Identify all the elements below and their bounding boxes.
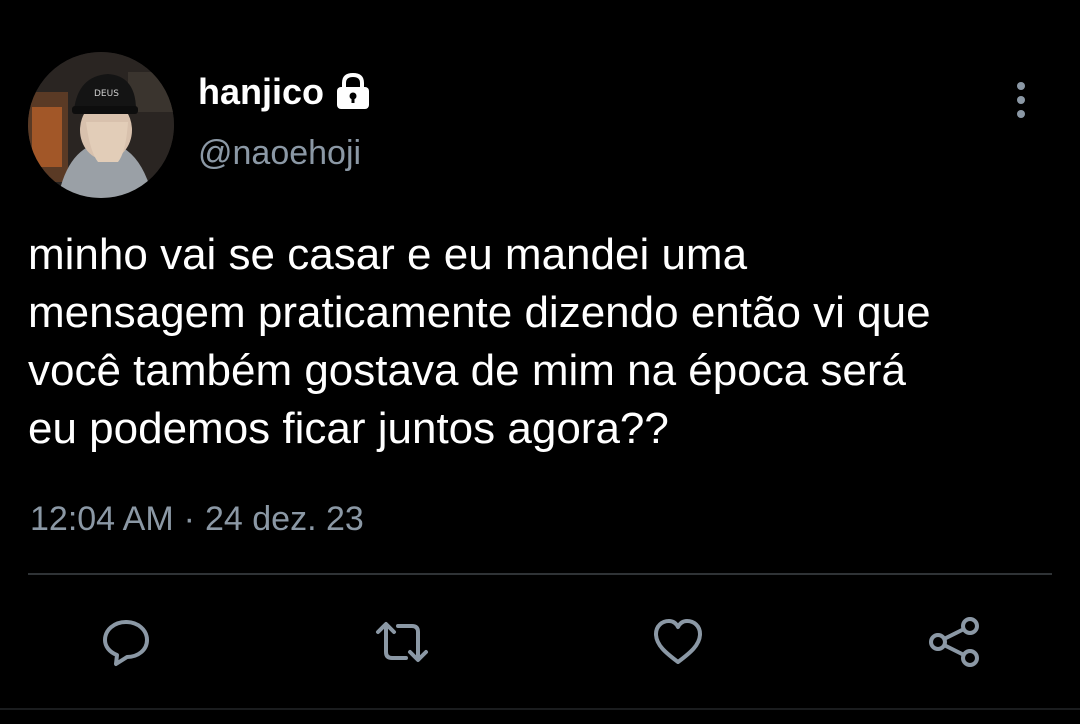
display-name[interactable]: hanjico <box>198 70 374 114</box>
tweet-timestamp[interactable]: 12:04 AM · 24 dez. 23 <box>30 500 364 539</box>
share-button[interactable] <box>922 610 986 674</box>
display-name-text: hanjico <box>198 71 325 112</box>
timestamp-separator: · <box>183 500 195 538</box>
heart-icon <box>654 619 702 664</box>
tweet-text: minho vai se casar e eu mandei uma mensa… <box>28 230 931 453</box>
more-options-button[interactable] <box>1006 80 1036 120</box>
reply-button[interactable] <box>94 610 158 674</box>
avatar-image: DEUS <box>28 52 174 198</box>
like-button[interactable] <box>646 610 710 674</box>
cap-logo: DEUS <box>94 89 119 99</box>
bottom-divider <box>0 708 1080 710</box>
avatar[interactable]: DEUS <box>28 52 174 198</box>
tweet-time: 12:04 AM <box>30 500 174 538</box>
retweet-icon <box>376 622 428 662</box>
divider <box>28 573 1052 575</box>
share-icon <box>929 617 979 667</box>
more-vertical-icon <box>1017 82 1025 90</box>
tweet-date: 24 dez. 23 <box>204 500 364 538</box>
lock-icon <box>332 72 374 112</box>
action-bar <box>0 610 1080 674</box>
retweet-button[interactable] <box>370 610 434 674</box>
user-handle[interactable]: @naoehoji <box>198 134 361 173</box>
reply-icon <box>103 620 149 666</box>
